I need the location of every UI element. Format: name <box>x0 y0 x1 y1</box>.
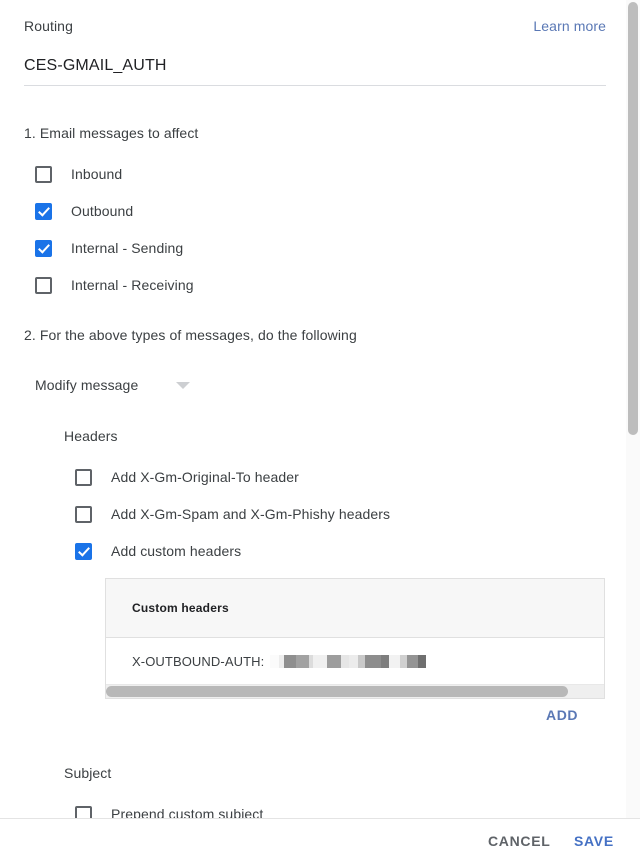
custom-headers-column-header: Custom headers <box>132 601 229 615</box>
routing-settings-dialog: Routing Learn more CES-GMAIL_AUTH 1. Ema… <box>0 0 640 866</box>
checkbox-label-add-original-to: Add X-Gm-Original-To header <box>111 469 299 485</box>
action-select-value: Modify message <box>35 377 139 393</box>
checkbox-label-prepend-custom-subject: Prepend custom subject <box>111 806 264 818</box>
checkbox-add-custom-headers[interactable] <box>75 542 92 560</box>
step-2-heading: 2. For the above types of messages, do t… <box>24 327 357 343</box>
page-title: Routing <box>24 18 73 34</box>
subject-group-heading: Subject <box>64 765 112 781</box>
dialog-scroll-area: Routing Learn more CES-GMAIL_AUTH 1. Ema… <box>0 0 640 818</box>
checkbox-row-outbound[interactable]: Outbound <box>35 200 133 222</box>
checkbox-internal-receiving[interactable] <box>35 276 52 294</box>
dialog-scrollbar-thumb[interactable] <box>628 2 638 435</box>
checkbox-label-inbound: Inbound <box>71 166 123 182</box>
dialog-footer: CANCEL SAVE <box>0 818 640 866</box>
checkbox-row-add-custom-headers[interactable]: Add custom headers <box>75 540 241 562</box>
chevron-down-icon <box>176 381 191 389</box>
action-select[interactable]: Modify message <box>35 374 191 396</box>
checkbox-label-internal-receiving: Internal - Receiving <box>71 277 194 293</box>
cancel-button[interactable]: CANCEL <box>488 833 551 849</box>
custom-header-key: X-OUTBOUND-AUTH: <box>132 653 265 669</box>
checkbox-row-internal-sending[interactable]: Internal - Sending <box>35 237 183 259</box>
checkbox-inbound[interactable] <box>35 165 52 183</box>
custom-headers-table-header: Custom headers <box>106 579 604 638</box>
checkbox-label-add-custom-headers: Add custom headers <box>111 543 242 559</box>
rule-name-value: CES-GMAIL_AUTH <box>24 57 167 74</box>
checkbox-add-spam-phishy[interactable] <box>75 505 92 523</box>
dialog-vertical-scrollbar[interactable] <box>626 0 640 818</box>
checkbox-row-add-spam-phishy[interactable]: Add X-Gm-Spam and X-Gm-Phishy headers <box>75 503 390 525</box>
checkbox-internal-sending[interactable] <box>35 239 52 257</box>
step-1-heading: 1. Email messages to affect <box>24 125 199 141</box>
checkbox-row-prepend-custom-subject[interactable]: Prepend custom subject <box>75 803 263 818</box>
dialog-header: Routing Learn more <box>0 18 630 40</box>
custom-headers-table: Custom headers X-OUTBOUND-AUTH: <box>105 578 605 699</box>
save-button[interactable]: SAVE <box>574 833 614 849</box>
checkbox-add-original-to[interactable] <box>75 468 92 486</box>
rule-name-field[interactable]: CES-GMAIL_AUTH <box>24 57 606 86</box>
checkbox-row-add-original-to[interactable]: Add X-Gm-Original-To header <box>75 466 299 488</box>
checkbox-label-add-spam-phishy: Add X-Gm-Spam and X-Gm-Phishy headers <box>111 506 391 522</box>
table-row[interactable]: X-OUTBOUND-AUTH: <box>106 638 604 684</box>
headers-group-heading: Headers <box>64 428 118 444</box>
checkbox-prepend-custom-subject[interactable] <box>75 805 92 818</box>
add-custom-header-button[interactable]: ADD <box>546 707 578 723</box>
custom-headers-scrollbar-thumb[interactable] <box>106 686 568 697</box>
checkbox-row-inbound[interactable]: Inbound <box>35 163 122 185</box>
checkbox-label-internal-sending: Internal - Sending <box>71 240 184 256</box>
custom-header-value-redacted <box>270 654 427 668</box>
custom-headers-horizontal-scrollbar[interactable] <box>106 684 604 698</box>
checkbox-row-internal-receiving[interactable]: Internal - Receiving <box>35 274 194 296</box>
learn-more-link[interactable]: Learn more <box>533 18 606 34</box>
checkbox-outbound[interactable] <box>35 202 52 220</box>
checkbox-label-outbound: Outbound <box>71 203 134 219</box>
